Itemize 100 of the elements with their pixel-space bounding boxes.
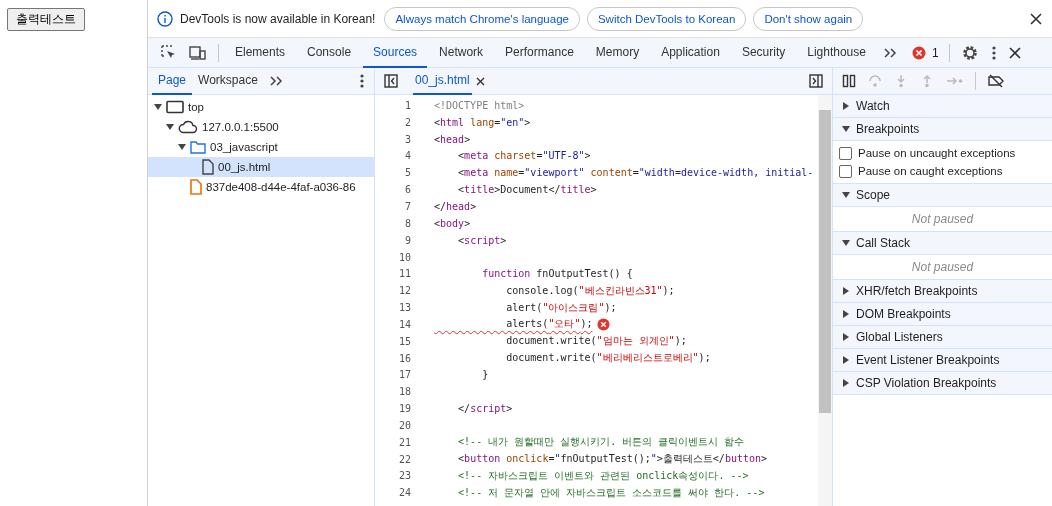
checkbox[interactable] (839, 146, 852, 160)
expand-arrow-icon[interactable] (842, 125, 850, 133)
navigator-tab[interactable]: Page (152, 67, 193, 95)
more-icon[interactable] (359, 73, 365, 89)
infobar-button[interactable]: Don't show again (753, 6, 864, 31)
section-header[interactable]: Breakpoints (833, 118, 1052, 141)
expand-arrow-icon[interactable] (842, 356, 850, 364)
infobar-message: DevTools is now available in Korean! (180, 11, 376, 26)
file-tab[interactable]: 00_js.html (413, 67, 472, 95)
line-number: 16 (397, 352, 411, 364)
cloud-icon (178, 120, 198, 134)
navigator-tab[interactable]: Workspace (192, 67, 264, 95)
code-line: } (481, 369, 489, 381)
section-header[interactable]: Call Stack (833, 232, 1052, 255)
chevrons-icon[interactable] (882, 46, 897, 59)
expand-arrow-icon[interactable] (154, 103, 162, 111)
section-title[interactable]: Global Listeners (856, 330, 943, 344)
code-line: </head> (434, 201, 477, 212)
tree-item[interactable]: 00_js.html (218, 161, 271, 173)
panel-tab[interactable]: Console (297, 37, 362, 68)
line-number: 11 (397, 268, 411, 280)
line-number: 24 (397, 487, 411, 499)
more-icon[interactable] (990, 44, 997, 61)
panel-tab[interactable]: Performance (495, 37, 584, 68)
panel-tab[interactable]: Security (731, 37, 796, 68)
code-line: <body> (434, 217, 471, 229)
tree-item[interactable]: 127.0.0.1:5500 (202, 121, 279, 133)
line-number: 21 (397, 436, 411, 448)
section-header[interactable]: CSP Violation Breakpoints (833, 372, 1052, 395)
close-icon[interactable] (475, 76, 485, 86)
close-icon[interactable] (1008, 46, 1021, 59)
section-title[interactable]: Scope (856, 188, 891, 202)
panel-tab[interactable]: Application (651, 37, 730, 68)
tree-item[interactable]: 837de408-d44e-4faf-a036-86 (206, 181, 356, 193)
line-number: 10 (397, 251, 411, 263)
tree-item[interactable]: top (188, 101, 204, 113)
section-title[interactable]: Event Listener Breakpoints (856, 353, 1000, 367)
expand-arrow-icon[interactable] (842, 239, 850, 247)
section-header[interactable]: Watch (833, 95, 1052, 118)
code-line: <meta name="viewport" content="width=device-width, initial- (457, 167, 814, 179)
expand-arrow-icon[interactable] (842, 191, 850, 199)
section-header[interactable]: XHR/fetch Breakpoints (833, 280, 1052, 303)
section-title[interactable]: Breakpoints (856, 122, 920, 136)
chevrons-icon[interactable] (268, 75, 283, 87)
section-title[interactable]: DOM Breakpoints (856, 307, 951, 321)
line-number: 5 (403, 167, 411, 179)
page-button[interactable]: 출력테스트 (7, 8, 85, 31)
code-line: <meta charset="UTF-8"> (457, 150, 591, 162)
tree-item[interactable]: 03_javascript (210, 141, 278, 153)
expand-arrow-icon[interactable] (842, 287, 850, 295)
device-icon[interactable] (189, 44, 207, 61)
line-number: 6 (403, 184, 411, 196)
section-header[interactable]: DOM Breakpoints (833, 303, 1052, 326)
checkbox-label[interactable]: Pause on caught exceptions (858, 165, 1003, 177)
line-number: 13 (397, 302, 411, 314)
panel-tab[interactable]: Lighthouse (797, 37, 876, 68)
panel-tab[interactable]: Memory (585, 37, 650, 68)
infobar-button[interactable]: Always match Chrome's language (384, 6, 580, 31)
close-icon[interactable] (1030, 12, 1042, 25)
line-number: 1 (403, 99, 411, 111)
code-line: <!-- 저 문자열 안에 자바스크립트 소스코드를 써야 한다. --> (457, 485, 765, 500)
pause-icon[interactable] (842, 74, 856, 88)
line-number: 12 (397, 285, 411, 297)
checkbox-label[interactable]: Pause on uncaught exceptions (858, 147, 1016, 159)
section-title[interactable]: Call Stack (856, 236, 911, 250)
error-icon[interactable] (911, 45, 926, 60)
section-header[interactable]: Scope (833, 184, 1052, 207)
scrollbar-thumb[interactable] (819, 110, 831, 413)
status-message: Not paused (911, 212, 974, 226)
sidebar-toggle-icon[interactable] (809, 74, 823, 88)
scrollbar[interactable] (818, 95, 832, 506)
line-number: 17 (397, 369, 411, 381)
code-line: <head> (434, 133, 471, 145)
sidebar-toggle-icon[interactable] (384, 74, 398, 88)
code-line: <html lang="en"> (434, 116, 531, 128)
section-title[interactable]: Watch (856, 99, 890, 113)
section-title[interactable]: CSP Violation Breakpoints (856, 376, 997, 390)
infobar-button[interactable]: Switch DevTools to Korean (586, 6, 747, 31)
expand-arrow-icon[interactable] (166, 123, 174, 131)
code-line: document.write("엄마는 외계인"); (505, 334, 687, 349)
section-title[interactable]: XHR/fetch Breakpoints (856, 284, 978, 298)
line-number: 18 (397, 386, 411, 398)
settings-icon[interactable] (960, 43, 979, 62)
code-line: document.write("베리베리스트로베리"); (505, 351, 711, 366)
line-number: 20 (397, 419, 411, 431)
panel-tab[interactable]: Network (429, 37, 494, 68)
section-header[interactable]: Global Listeners (833, 326, 1052, 349)
line-number: 3 (403, 133, 411, 145)
expand-arrow-icon[interactable] (842, 102, 850, 110)
expand-arrow-icon[interactable] (178, 143, 186, 151)
section-header[interactable]: Event Listener Breakpoints (833, 349, 1052, 372)
deactivate-breakpoints-icon[interactable] (987, 74, 1005, 88)
expand-arrow-icon[interactable] (842, 310, 850, 318)
checkbox[interactable] (839, 164, 852, 178)
expand-arrow-icon[interactable] (842, 333, 850, 341)
panel-tab[interactable]: Elements (225, 37, 296, 68)
expand-arrow-icon[interactable] (842, 379, 850, 387)
code-line: <!-- 내가 원할때만 실행시키기. 버튼의 클릭이벤트시 함수 (457, 435, 745, 450)
code-line: </script> (457, 403, 513, 415)
code-line: alert("아이스크림"); (505, 300, 617, 315)
